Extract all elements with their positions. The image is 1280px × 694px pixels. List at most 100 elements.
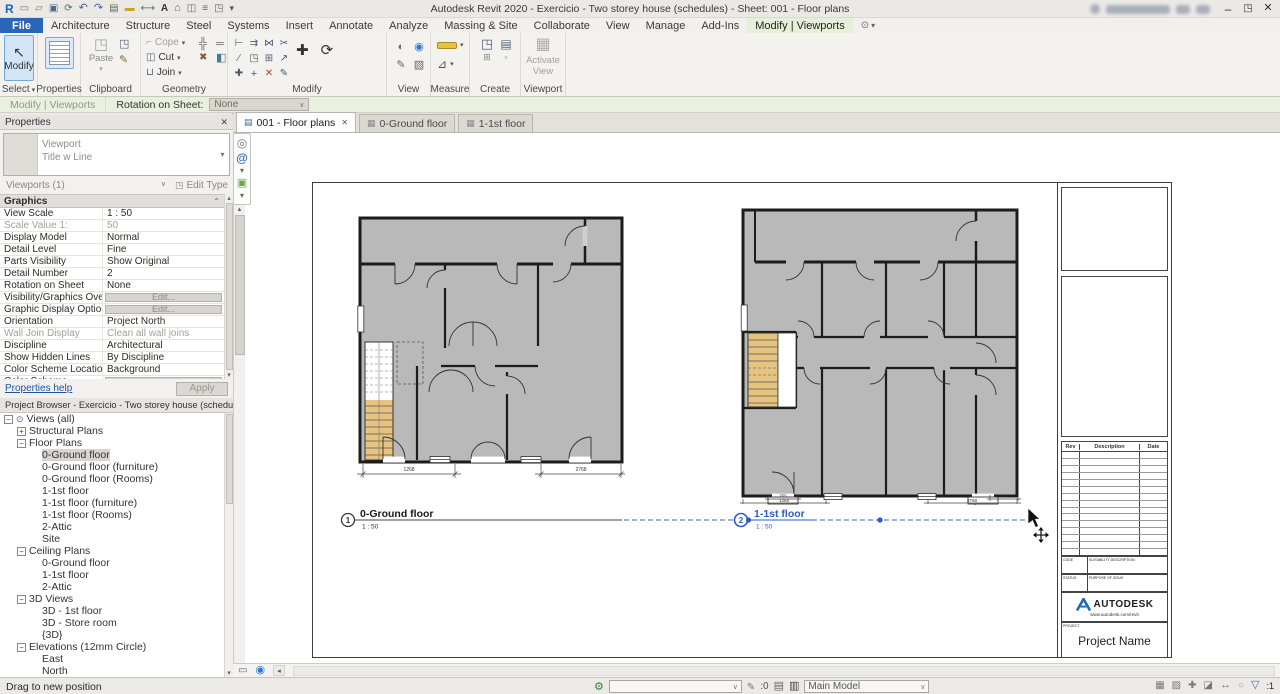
close-view-tab-icon[interactable]: ✕	[341, 118, 348, 127]
customize-qat-icon[interactable]: ▾	[230, 4, 235, 13]
property-row-orientation[interactable]: Orientation Project North	[0, 316, 224, 328]
reveal-hidden-icon[interactable]: ◉	[414, 41, 424, 53]
offset-icon[interactable]: ⇉	[250, 39, 258, 49]
plan-tab-icon[interactable]: ▦	[466, 119, 475, 128]
property-edit-button[interactable]: Edit...	[105, 304, 222, 314]
trim-icon[interactable]: ∕	[238, 54, 240, 64]
browser-item-3d-1st-floor[interactable]: 3D - 1st floor	[0, 605, 224, 617]
linework-icon[interactable]: ✎	[396, 59, 405, 71]
view-tab-1-1st-floor[interactable]: ▦ 1-1st floor	[458, 114, 534, 132]
select-by-face-icon[interactable]: ◪	[1204, 680, 1213, 691]
ribbon-tab-structure[interactable]: Structure	[118, 18, 179, 33]
create-similar-icon[interactable]: ▫	[504, 53, 507, 62]
property-row-view-scale[interactable]: View Scale 1 : 50	[0, 208, 224, 220]
geometry-tools[interactable]: ╬ ═ ✖ ◧	[199, 39, 230, 64]
ribbon-tab-insert[interactable]: Insert	[278, 18, 322, 33]
create-tools[interactable]: ◳ ▤ ⊞ ▫	[478, 37, 513, 62]
properties-scrollbar[interactable]: ▴ ▾	[224, 194, 233, 379]
rotate-icon[interactable]: ⟳	[321, 43, 334, 58]
views-all-icon[interactable]: ⊙	[16, 414, 24, 424]
sync-icon[interactable]: ⟳	[64, 3, 72, 14]
ribbon-tab-steel[interactable]: Steel	[178, 18, 219, 33]
chevron-down-icon[interactable]: ▾	[240, 167, 244, 175]
array-icon[interactable]: ⊞	[265, 54, 273, 64]
browser-item-1-1st-floor-furniture[interactable]: 1-1st floor (furniture)	[0, 497, 224, 509]
cut-profile-icon[interactable]: ▧	[414, 59, 424, 71]
view-tools[interactable]: ◐ ◉ ✎ ▧	[393, 39, 427, 73]
quick-access-toolbar[interactable]: R ▭ ▱ ▣ ⟳ ↶ ↷ ▤ ▬ ⟷ A ⌂ ◫ ≡ ◳ ▾	[5, 3, 234, 15]
browser-item-3d-store-room[interactable]: 3D - Store room	[0, 617, 224, 629]
horizontal-scrollbar[interactable]	[293, 665, 1275, 676]
property-row-discipline[interactable]: Discipline Architectural	[0, 340, 224, 352]
editing-requests-icon[interactable]: ✎	[747, 682, 755, 693]
pin-icon[interactable]: ✚	[235, 69, 243, 79]
cope-button[interactable]: ⌐ Cope ▾	[146, 36, 185, 49]
viewport-title-ground[interactable]: 0-Ground floor	[360, 508, 434, 520]
select-underlay-icon[interactable]: ▨	[1172, 680, 1181, 691]
paste-button[interactable]: ◳ Paste ▾	[86, 37, 116, 73]
create-group-icon[interactable]: ⊞	[483, 53, 491, 62]
measure-icon[interactable]: ▬	[125, 3, 135, 14]
modify-big-tools[interactable]: ✚ ⟳	[296, 43, 333, 58]
demolish-icon[interactable]: ✖	[199, 53, 213, 64]
browser-item-1-1st-floor-rooms[interactable]: 1-1st floor (Rooms)	[0, 509, 224, 521]
browser-item-2-attic[interactable]: 2-Attic	[0, 521, 224, 533]
properties-help-link[interactable]: Properties help	[5, 383, 72, 394]
property-value[interactable]: Fine	[103, 244, 224, 255]
browser-item-elevations-12mm-circle[interactable]: − Elevations (12mm Circle)	[0, 641, 224, 653]
graphics-group-header[interactable]: Graphics ⌃	[0, 195, 224, 208]
plan-tab-icon[interactable]: ▦	[367, 119, 376, 128]
close-properties-icon[interactable]: ✕	[220, 117, 228, 128]
view-tab-001-floor-plans[interactable]: ▤ 001 - Floor plans ✕	[236, 112, 357, 132]
save-icon[interactable]: ▣	[49, 3, 58, 14]
delete-icon[interactable]: ✕	[265, 69, 273, 79]
join-icon[interactable]: ⊔	[146, 67, 154, 78]
section-icon[interactable]: ◫	[187, 3, 196, 14]
cope-icon[interactable]: ⌐	[146, 37, 152, 48]
viewport-title-first[interactable]: 1-1st floor	[754, 508, 805, 520]
property-value[interactable]: By Discipline	[103, 352, 224, 363]
modify-state-dropdown[interactable]: ⊙ ▾	[861, 18, 875, 33]
modify-button[interactable]: ↖ Modify	[4, 35, 34, 81]
property-value[interactable]: Background	[103, 364, 224, 375]
browser-item-1-1st-floor[interactable]: 1-1st floor	[0, 569, 224, 581]
worksets-icon[interactable]: ⚙	[594, 681, 604, 693]
property-value[interactable]: 2	[103, 268, 224, 279]
restore-icon[interactable]: ◳	[1243, 3, 1252, 14]
scale-icon[interactable]: ↗	[280, 54, 288, 64]
collapse-node-icon[interactable]: −	[17, 642, 26, 652]
property-row-display-model[interactable]: Display Model Normal	[0, 232, 224, 244]
expand-node-icon[interactable]: +	[17, 426, 26, 436]
ribbon-tab-file[interactable]: File	[0, 18, 43, 33]
type-selector-dropdown-icon[interactable]: ▾	[216, 134, 229, 175]
collapse-node-icon[interactable]: −	[17, 594, 26, 604]
default-3d-view-icon[interactable]: ⌂	[174, 3, 181, 14]
property-row-visibility-graphics-overrides[interactable]: Visibility/Graphics OverridesEdit...	[0, 292, 224, 304]
property-row-detail-number[interactable]: Detail Number 2	[0, 268, 224, 280]
browser-item-0-ground-floor-furniture[interactable]: 0-Ground floor (furniture)	[0, 461, 224, 473]
drag-handle-mid[interactable]	[877, 517, 883, 523]
property-row-wall-join-display[interactable]: Wall Join Display Clean all wall joins	[0, 328, 224, 340]
collapse-node-icon[interactable]: −	[17, 438, 26, 448]
chevron-down-icon[interactable]: ▾	[871, 21, 875, 30]
property-value[interactable]: Architectural	[103, 340, 224, 351]
property-value[interactable]: 50	[103, 220, 224, 231]
open-icon[interactable]: ▱	[35, 3, 43, 14]
drag-on-selection-icon[interactable]: ↔	[1220, 680, 1231, 691]
print-icon[interactable]: ▤	[109, 3, 118, 14]
aligned-dimension-icon[interactable]: ⟷	[141, 3, 155, 14]
ribbon-tab-architecture[interactable]: Architecture	[43, 18, 118, 33]
unpin-icon[interactable]: +	[251, 68, 257, 80]
redo-icon[interactable]: ↷	[94, 3, 103, 14]
browser-item-0-ground-floor-rooms[interactable]: 0-Ground floor (Rooms)	[0, 473, 224, 485]
ribbon-tab-add-ins[interactable]: Add-Ins	[693, 18, 747, 33]
view-scale-icon[interactable]: ▭	[238, 665, 247, 676]
hide-elements-icon[interactable]: ◐	[398, 41, 405, 53]
browser-item-floor-plans[interactable]: − Floor Plans	[0, 437, 224, 449]
create-parts-icon[interactable]: ◳	[481, 37, 493, 50]
rotation-on-sheet-dropdown[interactable]: None ∨	[209, 98, 310, 111]
property-value[interactable]: Normal	[103, 232, 224, 243]
ribbon-tab-manage[interactable]: Manage	[638, 18, 694, 33]
browser-item-views-all[interactable]: − ⊙ Views (all)	[0, 413, 224, 425]
design-options-icon[interactable]: ▤	[774, 681, 784, 692]
